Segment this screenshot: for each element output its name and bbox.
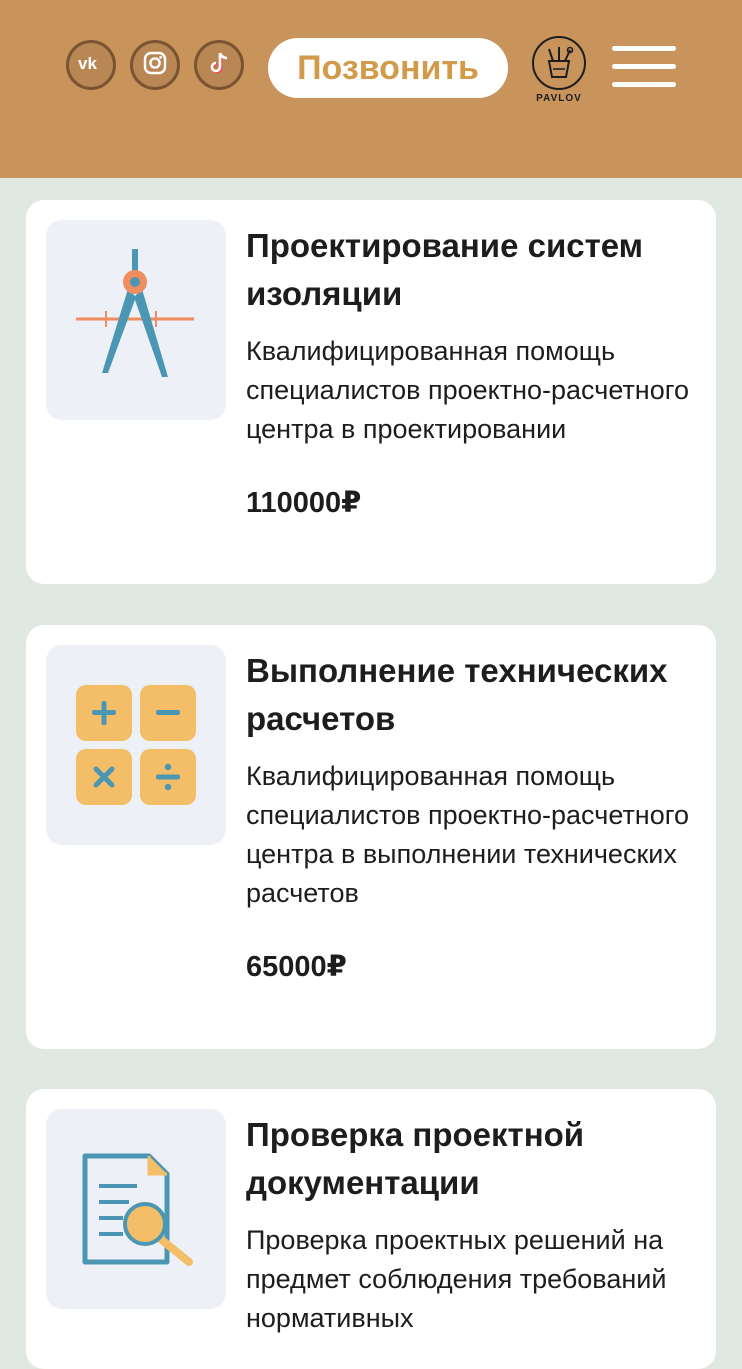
logo-text: PAVLOV <box>536 93 582 104</box>
card-price: 65000₽ <box>246 951 347 983</box>
tiktok-link[interactable] <box>194 40 244 90</box>
document-search-icon <box>46 1109 226 1309</box>
vk-link[interactable]: vk <box>66 40 116 90</box>
card-description: Квалифицированная помощь специалистов пр… <box>246 761 690 908</box>
service-card[interactable]: Проектирование систем изоляции Квалифици… <box>26 200 716 584</box>
tool-bucket-icon <box>532 36 586 90</box>
tiktok-icon <box>207 50 231 81</box>
menu-button[interactable] <box>612 46 676 90</box>
call-button[interactable]: Позвонить <box>268 38 508 98</box>
service-card[interactable]: Выполнение технических расчетов Квалифиц… <box>26 625 716 1049</box>
instagram-icon <box>142 50 168 81</box>
card-title: Проектирование систем изоляции <box>246 227 644 312</box>
card-description: Проверка проектных решений на предмет со… <box>246 1225 667 1333</box>
instagram-link[interactable] <box>130 40 180 90</box>
calculator-icon <box>46 645 226 845</box>
vk-icon: vk <box>78 54 104 76</box>
logo[interactable]: PAVLOV <box>530 36 588 108</box>
site-header: vk Позвонить PAVLOV <box>0 0 742 178</box>
compass-icon <box>46 220 226 420</box>
card-price: 110000₽ <box>246 487 362 519</box>
svg-text:vk: vk <box>78 55 97 71</box>
card-title: Выполнение технических расчетов <box>246 652 668 737</box>
card-description: Квалифицированная помощь специалистов пр… <box>246 336 690 444</box>
service-card[interactable]: Проверка проектной документации Проверка… <box>26 1089 716 1369</box>
card-title: Проверка проектной документации <box>246 1116 585 1201</box>
